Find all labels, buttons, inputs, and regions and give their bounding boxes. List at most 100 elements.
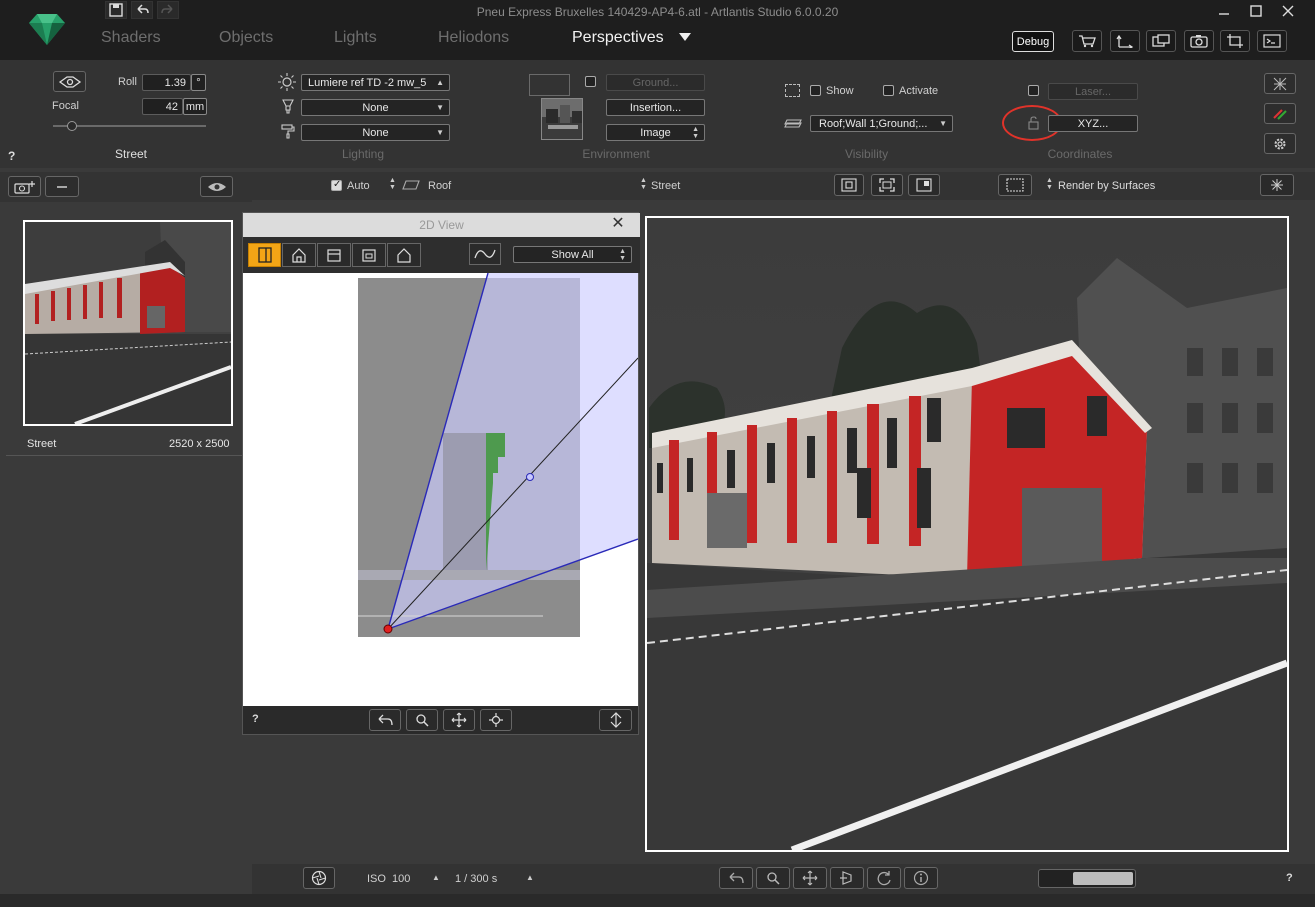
- back-view-icon[interactable]: [387, 243, 421, 267]
- zoom-extents-icon[interactable]: [480, 709, 512, 731]
- zoom-slider-thumb[interactable]: [1073, 872, 1133, 885]
- lighting-select-2[interactable]: None ▼: [301, 99, 450, 116]
- 2d-view-window: 2D View ✕ Show All ▲ ▼ ?: [242, 212, 640, 735]
- region-render-icon[interactable]: [908, 174, 940, 196]
- show-all-select[interactable]: Show All ▲ ▼: [513, 246, 632, 263]
- tab-lights[interactable]: Lights: [334, 29, 377, 47]
- 2d-plan-canvas[interactable]: [243, 273, 638, 706]
- pan-icon[interactable]: [443, 709, 475, 731]
- color-pencils-icon[interactable]: [1264, 103, 1296, 124]
- walk-icon[interactable]: [830, 867, 864, 889]
- background-swatch[interactable]: [529, 74, 570, 96]
- minimize-icon[interactable]: [1210, 2, 1238, 20]
- shutter-up-icon[interactable]: ▲: [526, 873, 534, 882]
- vertical-flip-icon[interactable]: [599, 709, 632, 731]
- street-view-select[interactable]: Street: [651, 180, 680, 192]
- tab-heliodons[interactable]: Heliodons: [438, 29, 509, 47]
- camera-lens-icon[interactable]: [53, 71, 86, 92]
- environment-thumbnail[interactable]: [541, 98, 583, 140]
- tab-perspectives[interactable]: Perspectives: [572, 29, 664, 47]
- eye-icon[interactable]: [200, 176, 233, 197]
- 2d-view-title[interactable]: 2D View: [243, 213, 640, 237]
- help-icon[interactable]: ?: [8, 149, 15, 163]
- insertion-button[interactable]: Insertion...: [606, 99, 705, 116]
- stepper-icon[interactable]: ▲ ▼: [389, 177, 396, 191]
- roof-label[interactable]: Roof: [428, 180, 451, 192]
- undo-icon[interactable]: [131, 1, 153, 19]
- cart-icon[interactable]: [1072, 30, 1102, 52]
- preview-window-icon[interactable]: [998, 174, 1032, 196]
- pan-icon[interactable]: [793, 867, 827, 889]
- perspectives-dropdown-icon[interactable]: [679, 33, 691, 45]
- right-view-icon[interactable]: [352, 243, 386, 267]
- iso-up-icon[interactable]: ▲: [432, 873, 440, 882]
- redo-icon[interactable]: [157, 1, 179, 19]
- iso-value[interactable]: 100: [392, 873, 410, 885]
- add-camera-icon[interactable]: [8, 176, 41, 197]
- save-icon[interactable]: [105, 1, 127, 19]
- undo-view-icon[interactable]: [719, 867, 753, 889]
- sparkle-icon[interactable]: [1260, 174, 1294, 196]
- light-select-arrow-icon: ▲: [436, 78, 444, 87]
- light-select[interactable]: Lumiere ref TD -2 mw_5 ▲: [301, 74, 450, 91]
- view-thumbnail[interactable]: [23, 220, 233, 426]
- image-select[interactable]: Image ▲ ▼: [606, 124, 705, 141]
- perspective-render-view[interactable]: [645, 216, 1289, 852]
- stepper-icon[interactable]: ▲ ▼: [640, 177, 647, 191]
- ground-checkbox[interactable]: [585, 76, 596, 87]
- sun-icon: [278, 73, 296, 94]
- info-icon[interactable]: [904, 867, 938, 889]
- laser-button[interactable]: Laser...: [1048, 83, 1138, 100]
- left-view-icon[interactable]: [317, 243, 351, 267]
- front-view-icon[interactable]: [282, 243, 316, 267]
- settings-gear-icon[interactable]: [1264, 133, 1296, 154]
- 2d-view-bottombar: ?: [243, 706, 638, 734]
- ground-button[interactable]: Ground...: [606, 74, 705, 91]
- zoom-slider[interactable]: [1038, 869, 1136, 888]
- activate-checkbox[interactable]: [883, 85, 894, 96]
- console-icon[interactable]: [1257, 30, 1287, 52]
- refresh-icon[interactable]: [867, 867, 901, 889]
- roll-input[interactable]: 1.39: [142, 74, 191, 91]
- grid-pattern-icon[interactable]: [1264, 73, 1296, 94]
- plan-view-icon[interactable]: [248, 243, 281, 267]
- zoom-icon[interactable]: [406, 709, 438, 731]
- crop-icon[interactable]: [1220, 30, 1250, 52]
- fullscreen-icon[interactable]: [871, 174, 903, 196]
- window-title: Pneu Express Bruxelles 140429-AP4-6.atl …: [476, 5, 839, 19]
- shutter-value[interactable]: 1 / 300 s: [455, 873, 497, 885]
- auto-label: Auto: [347, 180, 370, 192]
- xyz-button[interactable]: XYZ...: [1048, 115, 1138, 132]
- help-icon[interactable]: ?: [252, 713, 259, 725]
- image-select-value: Image: [640, 126, 671, 139]
- close-window-icon[interactable]: [1274, 2, 1302, 20]
- focal-input[interactable]: 42: [142, 98, 183, 115]
- layers-select[interactable]: Roof;Wall 1;Ground;... ▼: [810, 115, 953, 132]
- aperture-icon[interactable]: [303, 867, 335, 889]
- tab-shaders[interactable]: Shaders: [101, 29, 161, 47]
- render-mode-select[interactable]: Render by Surfaces: [1058, 180, 1155, 192]
- focal-slider-handle[interactable]: [67, 121, 77, 131]
- debug-button[interactable]: Debug: [1012, 31, 1054, 52]
- layer-plane-icon: [402, 179, 420, 194]
- remove-camera-icon[interactable]: [45, 176, 79, 197]
- close-icon[interactable]: ✕: [608, 216, 628, 234]
- laser-checkbox[interactable]: [1028, 85, 1039, 96]
- zoom-icon[interactable]: [756, 867, 790, 889]
- show-checkbox[interactable]: [810, 85, 821, 96]
- curve-path-icon[interactable]: [469, 243, 501, 265]
- undo-view-icon[interactable]: [369, 709, 401, 731]
- camera-icon[interactable]: [1184, 30, 1214, 52]
- stepper-icon[interactable]: ▲ ▼: [1046, 177, 1053, 191]
- chevron-down-icon: ▼: [436, 103, 444, 112]
- inspector-toolbar: Roll 1.39 ° Focal 42 mm ? Street Lumiere…: [0, 60, 1315, 168]
- windows-icon[interactable]: [1146, 30, 1176, 52]
- lighting-select-3[interactable]: None ▼: [301, 124, 450, 141]
- tab-objects[interactable]: Objects: [219, 29, 273, 47]
- fit-view-icon[interactable]: [834, 174, 864, 196]
- maximize-icon[interactable]: [1242, 2, 1270, 20]
- help-icon[interactable]: ?: [1286, 872, 1293, 884]
- 2d-view-toolbar: Show All ▲ ▼: [243, 237, 640, 273]
- artlantis-logo[interactable]: [28, 12, 66, 46]
- export-icon[interactable]: [1110, 30, 1140, 52]
